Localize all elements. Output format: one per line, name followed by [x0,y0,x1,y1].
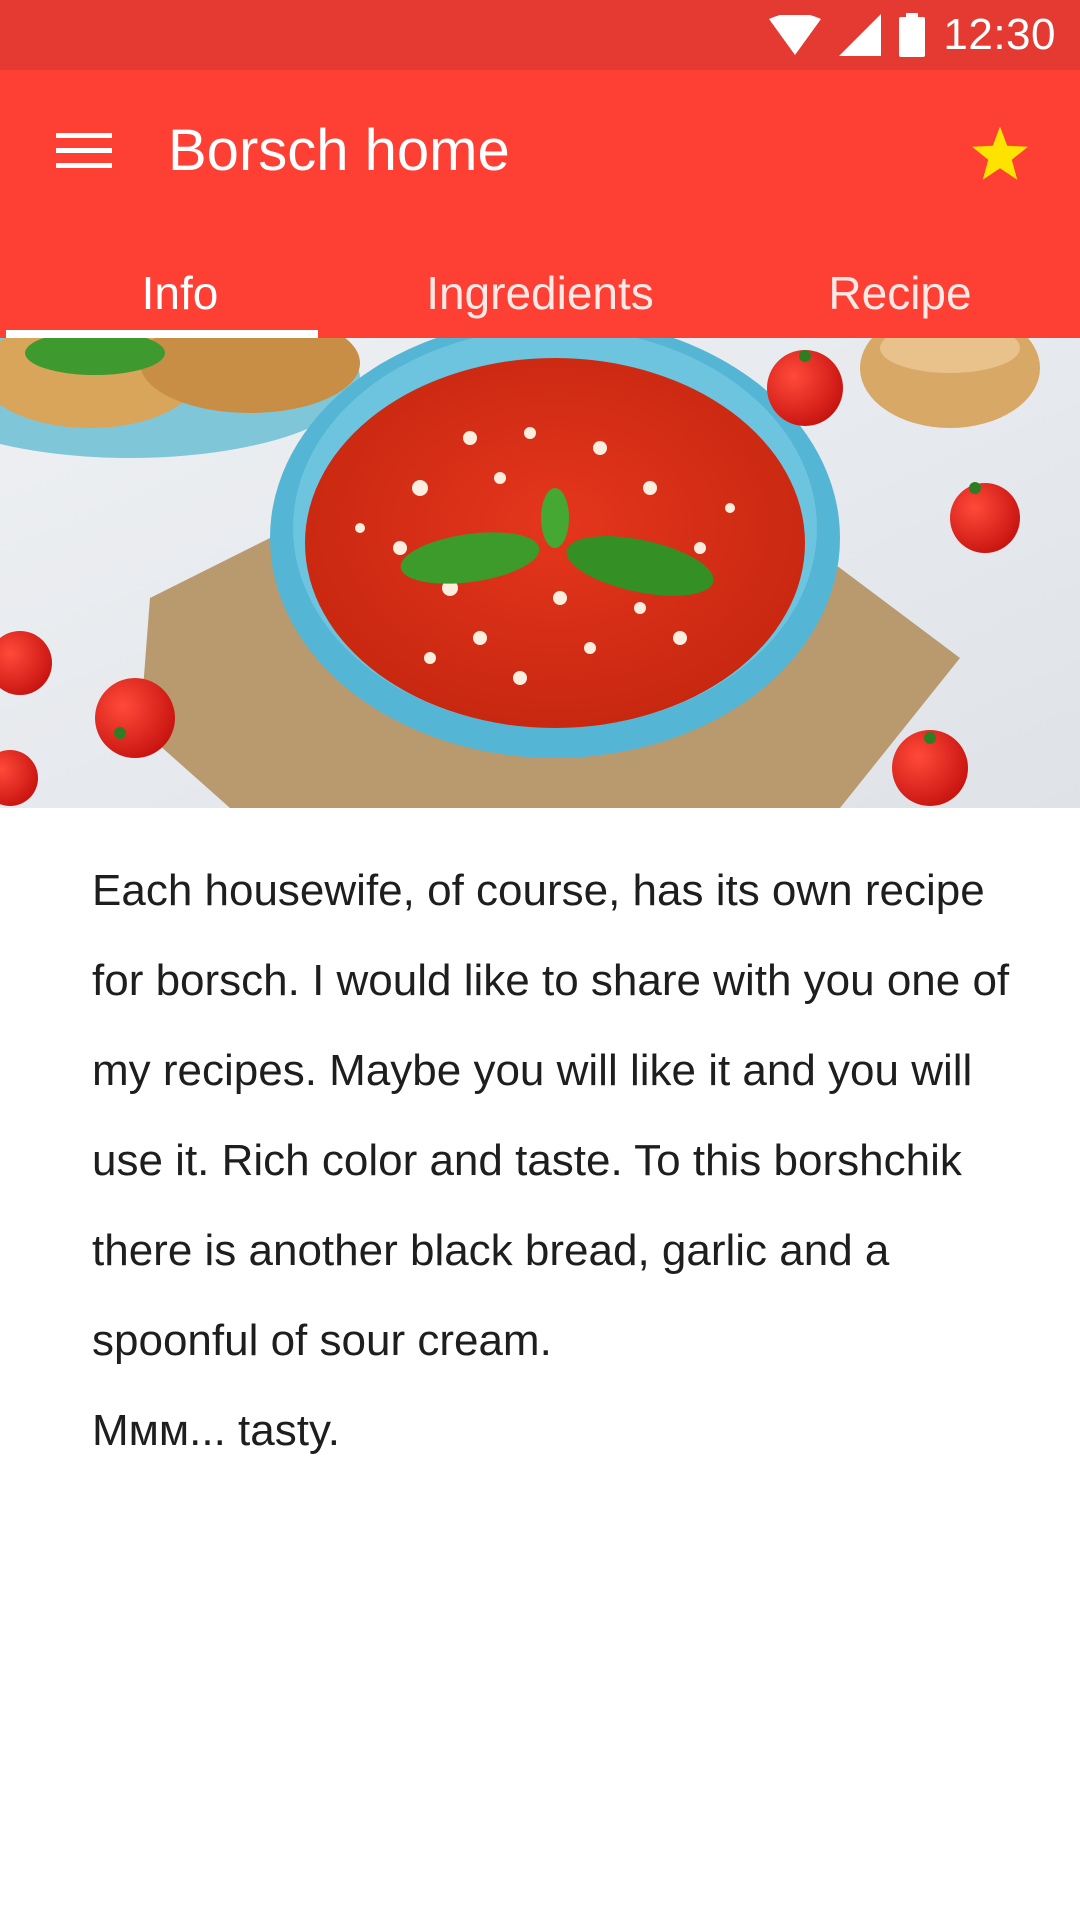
status-icons: 12:30 [769,0,1056,70]
tab-recipe[interactable]: Recipe [720,266,1080,338]
wifi-icon [769,15,822,55]
star-icon [972,126,1028,180]
tab-info[interactable]: Info [0,266,360,338]
tab-ingredients[interactable]: Ingredients [360,266,720,338]
app-bar: Borsch home Info Ingredients Recipe [0,70,1080,338]
tab-info-label: Info [141,267,219,319]
battery-icon [899,13,926,57]
clock: 12:30 [943,10,1056,59]
menu-button[interactable] [42,114,126,186]
tab-ingredients-label: Ingredients [426,267,654,319]
favorite-button[interactable] [964,120,1036,188]
article-closing: Ммм... tasty. [92,1406,340,1455]
tab-indicator [6,330,318,338]
status-bar: 12:30 [0,0,1080,70]
menu-icon [56,133,112,168]
tab-recipe-label: Recipe [828,267,972,319]
page-title: Borsch home [168,118,510,183]
tab-bar: Info Ingredients Recipe [0,266,1080,338]
signal-icon [839,14,882,56]
soup-photo [0,338,1080,808]
article-text: Each housewife, of course, has its own r… [92,846,1012,1476]
article-paragraph: Each housewife, of course, has its own r… [92,866,1010,1365]
hero-image [0,338,1080,808]
